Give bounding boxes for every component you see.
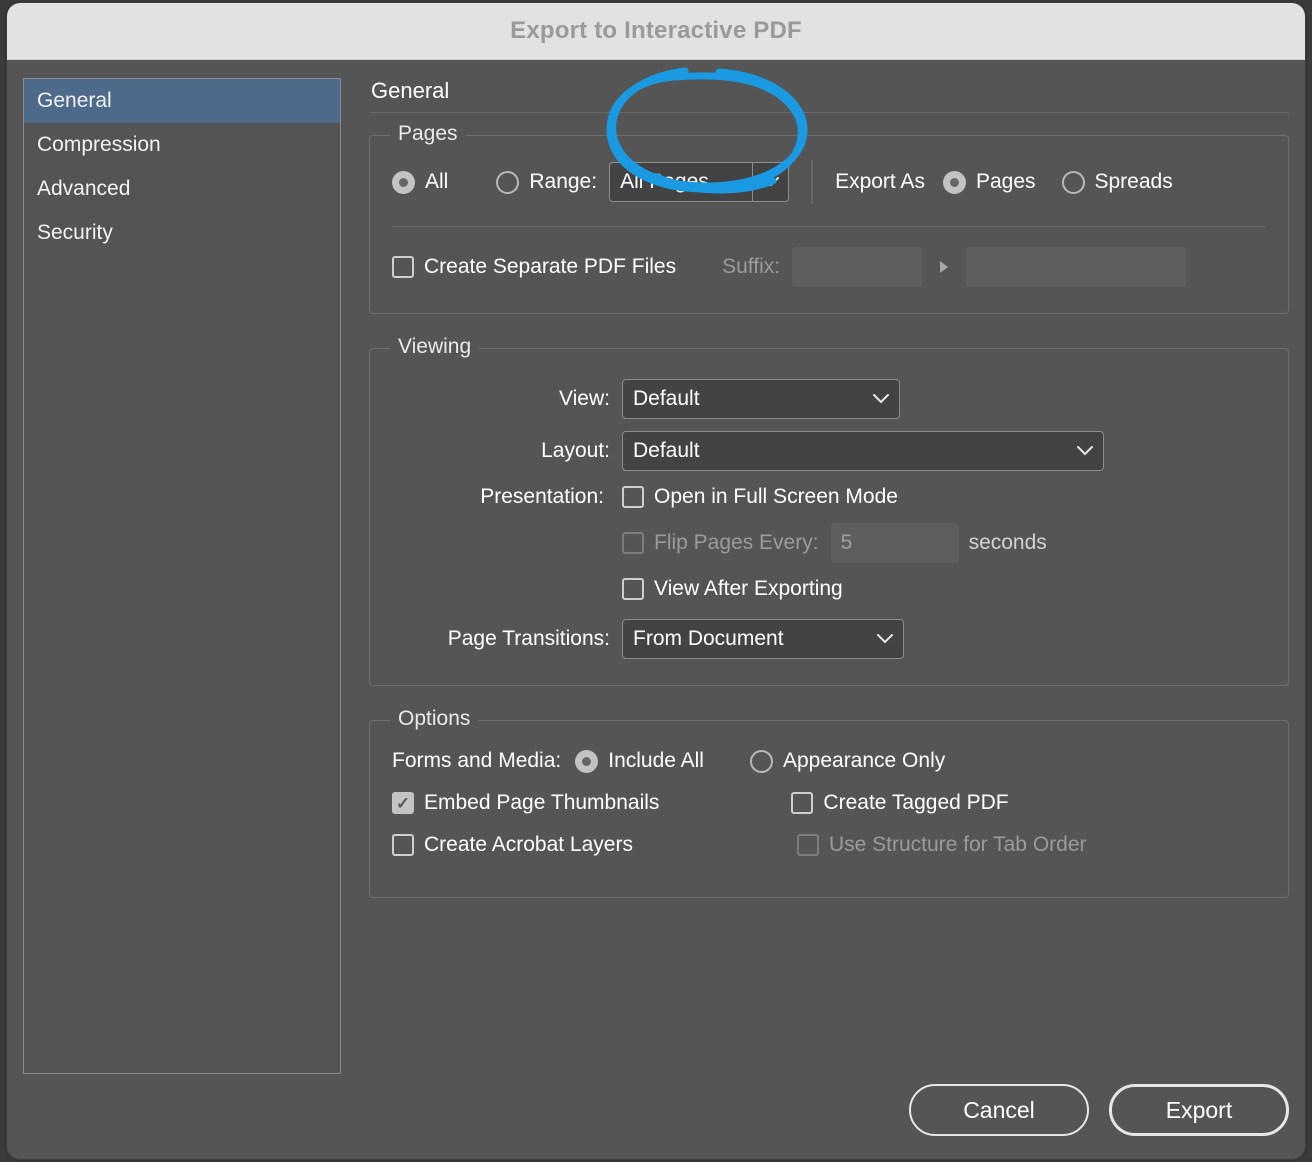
radio-export-as-spreads-label: Spreads bbox=[1094, 170, 1173, 193]
checkbox-open-full-screen[interactable] bbox=[622, 486, 644, 508]
pages-scope-row: All Range: All Pages Export As Pages Spr… bbox=[392, 160, 1266, 204]
range-select[interactable]: All Pages bbox=[609, 162, 790, 202]
page-transitions-value: From Document bbox=[633, 627, 784, 650]
title-divider bbox=[369, 112, 1289, 113]
checkbox-flip-pages[interactable] bbox=[622, 532, 644, 554]
chevron-down-icon bbox=[752, 163, 788, 201]
layout-row: Layout: Default bbox=[392, 431, 1266, 471]
export-as-label: Export As bbox=[835, 170, 925, 193]
chevron-down-icon bbox=[1067, 446, 1103, 456]
sidebar-item-label: Advanced bbox=[37, 177, 131, 200]
embed-thumbnails-row: ✓ Embed Page Thumbnails Create Tagged PD… bbox=[392, 791, 1266, 815]
presentation-label: Presentation: bbox=[480, 485, 604, 508]
checkbox-create-acrobat-layers[interactable] bbox=[392, 834, 414, 856]
settings-sidebar: General Compression Advanced Security bbox=[23, 78, 341, 1074]
dialog-footer: Cancel Export bbox=[909, 1084, 1289, 1136]
radio-appearance-only-label: Appearance Only bbox=[782, 749, 946, 772]
sidebar-item-advanced[interactable]: Advanced bbox=[24, 167, 340, 211]
view-row: View: Default bbox=[392, 379, 1266, 419]
sidebar-item-compression[interactable]: Compression bbox=[24, 123, 340, 167]
radio-range[interactable] bbox=[496, 170, 520, 194]
checkbox-create-tagged-pdf-label: Create Tagged PDF bbox=[823, 791, 1009, 814]
view-select-value: Default bbox=[633, 387, 700, 410]
radio-export-as-spreads[interactable] bbox=[1061, 170, 1085, 194]
layout-select[interactable]: Default bbox=[622, 431, 1104, 471]
radio-all[interactable] bbox=[392, 170, 415, 194]
options-group-legend: Options bbox=[390, 707, 479, 731]
acrobat-layers-row: Create Acrobat Layers Use Structure for … bbox=[392, 833, 1266, 857]
checkbox-create-tagged-pdf[interactable] bbox=[791, 792, 814, 814]
viewing-group-legend: Viewing bbox=[390, 335, 480, 359]
checkbox-embed-page-thumbnails-label: Embed Page Thumbnails bbox=[424, 791, 660, 814]
chevron-down-icon bbox=[863, 394, 899, 404]
flip-seconds-input[interactable]: 5 bbox=[830, 523, 959, 563]
checkbox-open-full-screen-label: Open in Full Screen Mode bbox=[654, 485, 898, 508]
forms-and-media-label: Forms and Media: bbox=[392, 749, 562, 772]
seconds-label: seconds bbox=[968, 531, 1047, 554]
view-after-row: View After Exporting bbox=[392, 577, 1266, 601]
chevron-down-icon bbox=[867, 634, 903, 644]
suffix-label: Suffix: bbox=[722, 255, 781, 278]
checkbox-use-structure-tab-order[interactable] bbox=[796, 834, 819, 856]
checkbox-create-separate-pdf[interactable] bbox=[392, 256, 414, 278]
presentation-row: Presentation: Open in Full Screen Mode bbox=[392, 485, 1266, 509]
forms-and-media-row: Forms and Media: Include All Appearance … bbox=[392, 749, 1266, 773]
create-separate-row: Create Separate PDF Files Suffix: bbox=[392, 247, 1266, 287]
radio-include-all-label: Include All bbox=[608, 749, 704, 772]
radio-export-as-pages[interactable] bbox=[942, 170, 966, 194]
pages-row-divider bbox=[811, 160, 814, 204]
checkbox-embed-page-thumbnails[interactable]: ✓ bbox=[392, 792, 414, 814]
flip-seconds-value: 5 bbox=[840, 531, 853, 554]
checkbox-flip-pages-label: Flip Pages Every: bbox=[654, 531, 819, 554]
cancel-button[interactable]: Cancel bbox=[909, 1084, 1089, 1136]
dialog-body: General Compression Advanced Security Ge… bbox=[7, 60, 1305, 1158]
radio-include-all[interactable] bbox=[575, 749, 599, 773]
sidebar-item-general[interactable]: General bbox=[24, 79, 340, 123]
pages-inner-divider bbox=[392, 226, 1266, 227]
radio-appearance-only[interactable] bbox=[749, 749, 773, 773]
checkbox-create-acrobat-layers-label: Create Acrobat Layers bbox=[424, 833, 633, 856]
settings-main-panel: General Pages All Range: All Pages Expor… bbox=[369, 78, 1289, 1158]
suffix-preview-input[interactable] bbox=[966, 247, 1187, 287]
page-transitions-label: Page Transitions: bbox=[447, 627, 610, 650]
checkbox-use-structure-tab-order-label: Use Structure for Tab Order bbox=[828, 833, 1087, 856]
sidebar-item-security[interactable]: Security bbox=[24, 211, 340, 255]
view-select[interactable]: Default bbox=[622, 379, 900, 419]
radio-all-label: All bbox=[425, 170, 449, 193]
viewing-group: Viewing View: Default Layout: Default Pr… bbox=[369, 335, 1289, 686]
sidebar-item-label: General bbox=[37, 89, 112, 112]
page-title: General bbox=[371, 78, 450, 103]
dialog-titlebar: Export to Interactive PDF bbox=[7, 3, 1305, 60]
sidebar-item-label: Security bbox=[37, 221, 113, 244]
sidebar-item-label: Compression bbox=[37, 133, 161, 156]
flip-pages-row: Flip Pages Every: 5 seconds bbox=[392, 523, 1266, 563]
checkbox-view-after-exporting[interactable] bbox=[622, 578, 644, 600]
pages-group: Pages All Range: All Pages Export As Pag… bbox=[369, 122, 1289, 314]
page-transitions-select[interactable]: From Document bbox=[622, 619, 904, 659]
export-button[interactable]: Export bbox=[1109, 1084, 1289, 1136]
checkbox-create-separate-pdf-label: Create Separate PDF Files bbox=[424, 255, 677, 278]
suffix-input[interactable] bbox=[792, 247, 923, 287]
export-dialog-window: Export to Interactive PDF General Compre… bbox=[6, 2, 1306, 1160]
dialog-title: Export to Interactive PDF bbox=[510, 17, 802, 44]
view-label: View: bbox=[559, 387, 610, 410]
triangle-right-icon[interactable] bbox=[938, 259, 950, 275]
radio-range-label: Range: bbox=[529, 170, 598, 193]
radio-export-as-pages-label: Pages bbox=[975, 170, 1036, 193]
export-button-label: Export bbox=[1165, 1096, 1233, 1123]
pages-group-legend: Pages bbox=[390, 122, 466, 146]
range-select-value: All Pages bbox=[620, 170, 709, 193]
layout-label: Layout: bbox=[541, 439, 610, 462]
layout-select-value: Default bbox=[633, 439, 700, 462]
page-transitions-row: Page Transitions: From Document bbox=[392, 619, 1266, 659]
cancel-button-label: Cancel bbox=[963, 1096, 1035, 1123]
options-group: Options Forms and Media: Include All App… bbox=[369, 707, 1289, 898]
checkbox-view-after-exporting-label: View After Exporting bbox=[654, 577, 843, 600]
